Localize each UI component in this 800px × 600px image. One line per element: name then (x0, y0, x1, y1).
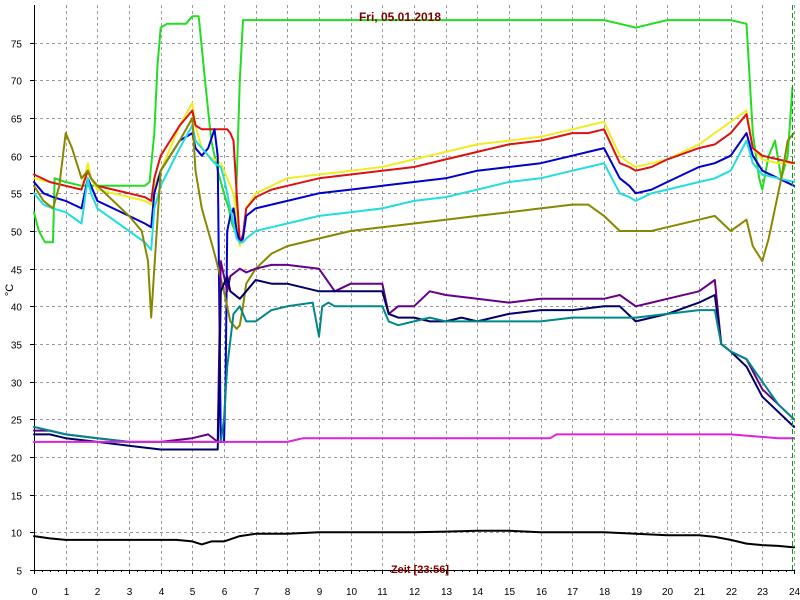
x-tick-label: 24 (789, 587, 800, 598)
x-tick-label: 8 (285, 587, 291, 598)
x-tick-label: 13 (441, 587, 453, 598)
x-tick-label: 11 (377, 587, 388, 598)
y-tick-label: 45 (11, 266, 23, 277)
temperature-chart: 0 1 2 3 4 5 6 7 8 9 10 11 12 13 14 15 16 17 18 19 20 21 22 23 24… (0, 0, 800, 600)
x-tick-label: 19 (631, 587, 643, 598)
y-tick-label: 35 (11, 341, 23, 352)
x-tick-label: 12 (409, 587, 421, 598)
y-tick-label: 5 (16, 567, 22, 578)
y-tick-label: 70 (11, 77, 23, 88)
chart-title: Fri, 05.01.2018 (359, 10, 441, 24)
x-axis-label: Zeit [23:56] (391, 564, 449, 576)
x-tick-label: 3 (127, 587, 133, 598)
x-tick-label: 9 (317, 587, 323, 598)
x-tick-label: 18 (599, 587, 611, 598)
x-tick-label: 0 (32, 587, 38, 598)
x-tick-label: 20 (662, 587, 674, 598)
x-tick-label: 7 (254, 587, 260, 598)
x-tick-label: 4 (159, 587, 165, 598)
x-tick-label: 14 (472, 587, 484, 598)
y-tick-label: 10 (11, 529, 23, 540)
y-tick-label: 50 (11, 228, 23, 239)
y-axis-label: °C (4, 284, 16, 296)
x-tick-label: 21 (694, 587, 706, 598)
chart-root: 0 1 2 3 4 5 6 7 8 9 10 11 12 13 14 15 16 17 18 19 20 21 22 23 24… (0, 0, 800, 600)
x-tick-label: 1 (64, 587, 70, 598)
y-tick-label: 25 (11, 416, 23, 427)
y-tick-label: 65 (11, 115, 23, 126)
y-tick-label: 30 (11, 379, 23, 390)
x-tick-label: 23 (757, 587, 769, 598)
x-tick-label: 6 (222, 587, 228, 598)
y-tick-label: 20 (11, 454, 23, 465)
x-tick-label: 15 (504, 587, 516, 598)
chart-background (0, 0, 800, 600)
x-tick-label: 5 (190, 587, 196, 598)
x-tick-label: 16 (536, 587, 548, 598)
x-tick-label: 2 (95, 587, 101, 598)
y-tick-label: 15 (11, 492, 23, 503)
x-tick-label: 22 (726, 587, 738, 598)
y-tick-label: 40 (11, 303, 23, 314)
y-tick-label: 75 (11, 40, 23, 51)
y-tick-label: 55 (11, 190, 23, 201)
x-tick-label: 10 (346, 587, 358, 598)
y-tick-label: 60 (11, 153, 23, 164)
x-tick-label: 17 (567, 587, 579, 598)
